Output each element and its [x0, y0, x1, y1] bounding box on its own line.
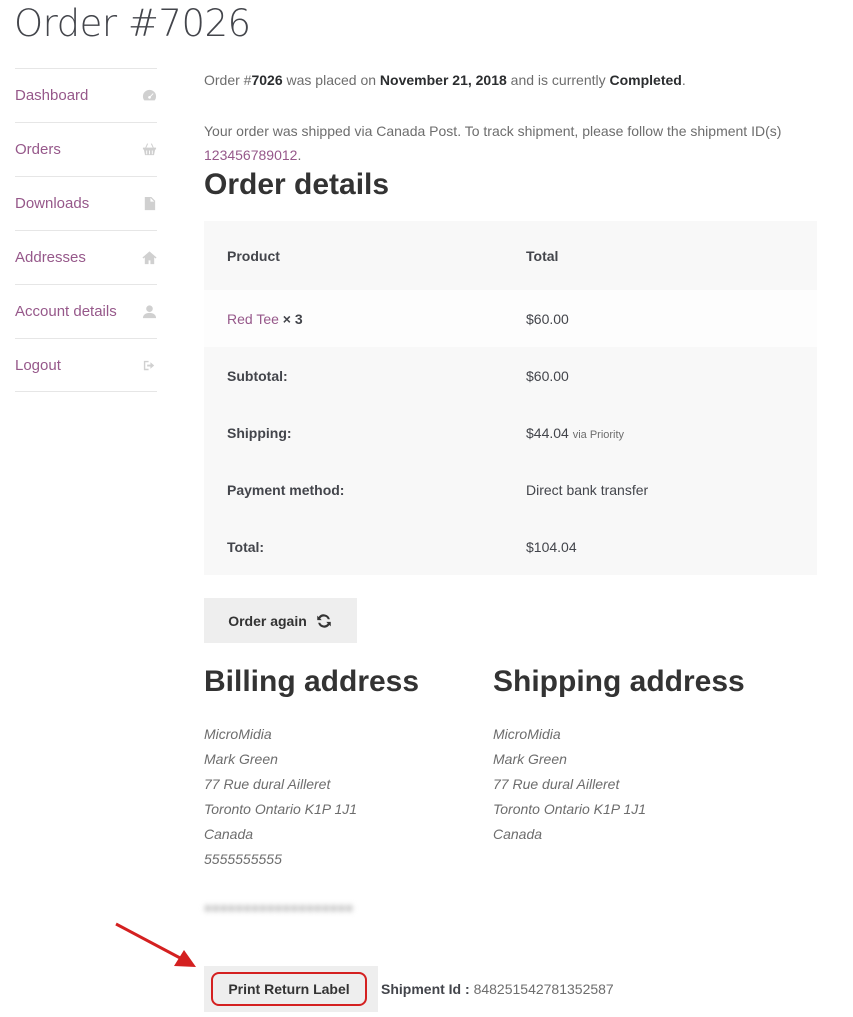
order-date: November 21, 2018: [379, 72, 507, 88]
address-line: 77 Rue dural Ailleret: [204, 776, 331, 792]
order-number: 7026: [251, 72, 283, 88]
account-navigation: Dashboard Orders Downloads Addresses Acc…: [15, 68, 157, 392]
shipping-cell: $44.04 via Priority: [526, 404, 817, 461]
page-title: Order #7026: [14, 2, 251, 45]
nav-label: Addresses: [15, 249, 86, 266]
subtotal-value: $60.00: [526, 367, 569, 384]
shipping-label: Shipping:: [227, 424, 292, 441]
address-line: MicroMidia: [493, 726, 561, 742]
shipment-id-value: 848251542781352587: [473, 981, 614, 997]
total-label: Total:: [227, 538, 265, 555]
shipping-address: MicroMidia Mark Green 77 Rue dural Aille…: [493, 722, 646, 847]
redacted-email: ●●●●●●●●●●●●●●●●●●●: [204, 900, 354, 915]
nav-label: Logout: [15, 356, 61, 374]
pointer-arrow-icon: [115, 922, 196, 967]
tracking-text: Your order was shipped via Canada Post. …: [204, 123, 782, 139]
column-header-total: Total: [526, 247, 559, 264]
tracking-id-link[interactable]: 123456789012: [204, 147, 297, 163]
nav-item-logout[interactable]: Logout: [15, 338, 157, 392]
billing-phone: 5555555555: [204, 851, 282, 867]
nav-item-account-details[interactable]: Account details: [15, 284, 157, 338]
payment-method-label: Payment method:: [227, 481, 345, 498]
home-icon: [141, 250, 157, 266]
billing-address-heading: Billing address: [204, 665, 420, 698]
nav-item-downloads[interactable]: Downloads: [15, 176, 157, 230]
file-icon: [141, 196, 157, 212]
nav-label: Account details: [15, 303, 117, 320]
nav-item-orders[interactable]: Orders: [15, 122, 157, 176]
shipment-id-label: Shipment Id :: [381, 981, 470, 997]
shipment-tracking-info: Your order was shipped via Canada Post. …: [204, 119, 814, 167]
address-line: Canada: [493, 826, 543, 842]
print-return-label-button[interactable]: Print Return Label: [211, 972, 367, 1006]
address-line: MicroMidia: [204, 726, 272, 742]
product-cell: Red Tee × 3: [204, 290, 526, 347]
payment-method-value: Direct bank transfer: [526, 481, 649, 498]
shipping-value: $44.04: [526, 424, 569, 441]
nav-label: Downloads: [15, 195, 90, 212]
table-header-row: Product Total: [204, 221, 817, 290]
sign-out-icon: [141, 357, 157, 373]
nav-item-dashboard[interactable]: Dashboard: [15, 68, 157, 122]
basket-icon: [141, 142, 157, 158]
address-line: Canada: [204, 826, 254, 842]
total-value: $104.04: [526, 538, 577, 555]
address-line: Toronto Ontario K1P 1J1: [204, 801, 358, 817]
address-line: Mark Green: [493, 751, 567, 767]
return-label-box: Print Return Label: [204, 966, 378, 1012]
column-header-product: Product: [227, 247, 280, 264]
notice-text: Order #: [204, 72, 252, 88]
order-again-label: Order again: [228, 612, 307, 629]
order-details-table: Product Total Red Tee × 3 $60.00 Subtota…: [204, 221, 817, 575]
address-line: Toronto Ontario K1P 1J1: [493, 801, 647, 817]
billing-address: MicroMidia Mark Green 77 Rue dural Aille…: [204, 722, 357, 872]
order-again-button[interactable]: Order again: [204, 598, 357, 643]
nav-label: Dashboard: [15, 87, 89, 104]
refresh-icon: [317, 613, 331, 628]
subtotal-row: Subtotal: $60.00: [204, 347, 817, 404]
notice-text: .: [681, 72, 686, 88]
user-icon: [141, 304, 157, 320]
tachometer-icon: [141, 88, 157, 104]
shipping-row: Shipping: $44.04 via Priority: [204, 404, 817, 461]
product-link[interactable]: Red Tee: [227, 311, 279, 327]
order-status-notice: Order #7026 was placed on November 21, 2…: [204, 72, 686, 88]
nav-item-addresses[interactable]: Addresses: [15, 230, 157, 284]
order-status: Completed: [609, 72, 682, 88]
notice-text: was placed on: [282, 72, 380, 88]
product-quantity: × 3: [282, 310, 303, 327]
notice-text: and is currently: [506, 72, 610, 88]
shipment-id-text: Shipment Id : 848251542781352587: [381, 981, 614, 997]
order-details-heading: Order details: [204, 168, 390, 201]
shipping-address-heading: Shipping address: [493, 665, 745, 698]
shipping-method-note: via Priority: [572, 428, 625, 441]
subtotal-label: Subtotal:: [227, 367, 288, 384]
tracking-text: .: [297, 147, 302, 163]
line-total: $60.00: [526, 310, 569, 327]
address-line: Mark Green: [204, 751, 278, 767]
total-row: Total: $104.04: [204, 518, 817, 575]
address-line: 77 Rue dural Ailleret: [493, 776, 620, 792]
nav-label: Orders: [15, 141, 61, 158]
table-row: Red Tee × 3 $60.00: [204, 290, 817, 347]
payment-method-row: Payment method: Direct bank transfer: [204, 461, 817, 518]
